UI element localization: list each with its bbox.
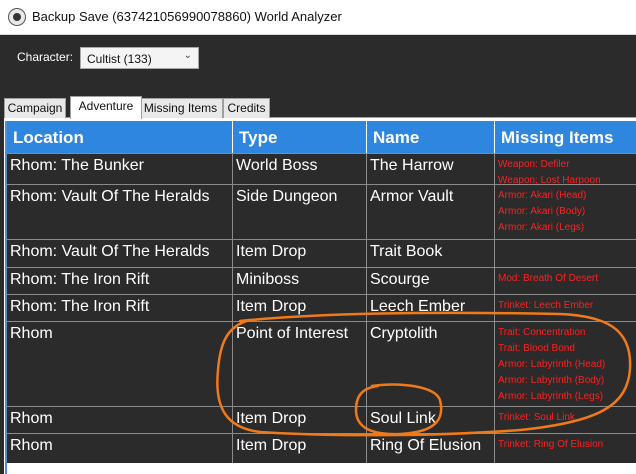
cell-name: Soul Link xyxy=(367,407,495,433)
tab-missing-items[interactable]: Missing Items xyxy=(138,98,223,118)
tab-adventure[interactable]: Adventure xyxy=(70,96,142,119)
cell-type: Point of Interest xyxy=(233,322,367,406)
missing-item: Armor: Akari (Head) xyxy=(498,190,587,201)
cell-name: Cryptolith xyxy=(367,322,495,406)
cell-missing: Mod: Breath Of Desert xyxy=(495,268,636,294)
app-icon xyxy=(8,8,26,26)
missing-item: Weapon: Lost Harpoon xyxy=(498,175,601,184)
column-header-type[interactable]: Type xyxy=(233,121,367,153)
cell-missing: Trinket: Soul Link xyxy=(495,407,636,433)
table-row[interactable]: Rhom: The Iron Rift Item Drop Leech Ember T… xyxy=(7,294,636,321)
title-bar: Backup Save (637421056990078860) World A… xyxy=(0,0,636,35)
cell-location: Rhom: Vault Of The Heralds xyxy=(7,240,233,267)
missing-item: Mod: Breath Of Desert xyxy=(498,273,599,284)
cell-name: Trait Book xyxy=(367,240,495,267)
table-row[interactable]: Rhom: The Iron Rift Miniboss Scourge Mod: B… xyxy=(7,267,636,294)
character-select-value: Cultist (133) xyxy=(87,52,152,66)
cell-location: Rhom xyxy=(7,407,233,433)
missing-item: Armor: Akari (Body) xyxy=(498,206,586,217)
cell-type: World Boss xyxy=(233,154,367,184)
cell-name: Leech Ember xyxy=(367,295,495,321)
cell-location: Rhom xyxy=(7,434,233,463)
cell-missing: Weapon: Defiler Weapon: Lost Harpoon xyxy=(495,154,636,184)
cell-missing: Trinket: Leech Ember xyxy=(495,295,636,321)
cell-name: Scourge xyxy=(367,268,495,294)
cell-location: Rhom: Vault Of The Heralds xyxy=(7,185,233,239)
cell-name: Armor Vault xyxy=(367,185,495,239)
cell-location: Rhom xyxy=(7,322,233,406)
cell-type: Item Drop xyxy=(233,434,367,463)
window-title: Backup Save (637421056990078860) World A… xyxy=(32,9,342,24)
tab-credits[interactable]: Credits xyxy=(223,98,270,118)
cell-type: Item Drop xyxy=(233,240,367,267)
column-header-location[interactable]: Location xyxy=(7,121,233,153)
cell-missing: Armor: Akari (Head) Armor: Akari (Body) Ar… xyxy=(495,185,636,239)
cell-type: Item Drop xyxy=(233,295,367,321)
missing-item: Trait: Blood Bond xyxy=(498,343,575,354)
character-select[interactable]: Cultist (133) ⌄ xyxy=(80,47,199,69)
missing-item: Armor: Labyrinth (Legs) xyxy=(498,391,604,402)
table-row[interactable]: Rhom: Vault Of The Heralds Item Drop Trait… xyxy=(7,239,636,267)
cell-name: The Harrow xyxy=(367,154,495,184)
tab-campaign[interactable]: Campaign xyxy=(4,98,66,118)
cell-type: Item Drop xyxy=(233,407,367,433)
adventure-grid: Location Type Name Missing Items Rhom: T… xyxy=(5,121,636,474)
cell-name: Ring Of Elusion xyxy=(367,434,495,463)
table-row[interactable]: Rhom Item Drop Soul Link Trinket: Soul Link xyxy=(7,406,636,433)
missing-item: Trait: Concentration xyxy=(498,327,586,338)
table-row[interactable]: Rhom: Vault Of The Heralds Side Dungeon Ar… xyxy=(7,184,636,239)
missing-item: Trinket: Leech Ember xyxy=(498,300,594,311)
cell-type: Side Dungeon xyxy=(233,185,367,239)
cell-location: Rhom: The Bunker xyxy=(7,154,233,184)
table-row[interactable]: Rhom Point of Interest Cryptolith Trait: Co… xyxy=(7,321,636,406)
missing-item: Weapon: Defiler xyxy=(498,159,570,170)
missing-item: Armor: Akari (Legs) xyxy=(498,222,585,233)
table-row[interactable]: Rhom Item Drop Ring Of Elusion Trinket: Rin… xyxy=(7,433,636,463)
character-label: Character: xyxy=(17,50,74,64)
cell-missing: Trait: Concentration Trait: Blood Bond Arm… xyxy=(495,322,636,406)
cell-missing xyxy=(495,240,636,267)
chevron-down-icon: ⌄ xyxy=(183,50,192,61)
cell-location: Rhom: The Iron Rift xyxy=(7,268,233,294)
missing-item: Trinket: Ring Of Elusion xyxy=(498,439,604,450)
missing-item: Armor: Labyrinth (Head) xyxy=(498,359,606,370)
cell-location: Rhom: The Iron Rift xyxy=(7,295,233,321)
column-header-name[interactable]: Name xyxy=(367,121,495,153)
table-row[interactable]: Rhom: The Bunker World Boss The Harrow Weap… xyxy=(7,153,636,184)
cell-type: Miniboss xyxy=(233,268,367,294)
missing-item: Armor: Labyrinth (Body) xyxy=(498,375,605,386)
missing-item: Trinket: Soul Link xyxy=(498,412,575,423)
cell-missing: Trinket: Ring Of Elusion xyxy=(495,434,636,463)
column-header-missing-items[interactable]: Missing Items xyxy=(495,121,636,153)
